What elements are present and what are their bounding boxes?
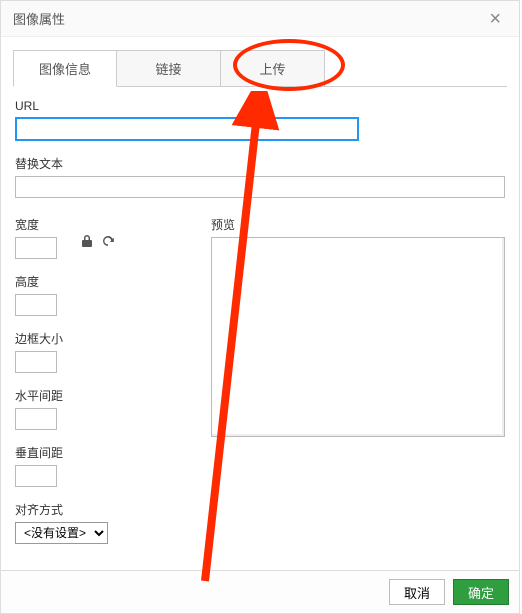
tab-label: 图像信息	[39, 62, 91, 77]
width-input[interactable]	[15, 237, 57, 259]
form-area: URL 替换文本 宽度 高度	[13, 99, 507, 558]
ok-button[interactable]: 确定	[453, 579, 509, 605]
cancel-button-label: 取消	[404, 586, 430, 601]
width-label: 宽度	[15, 216, 57, 233]
url-input[interactable]	[15, 117, 359, 141]
close-icon[interactable]: ×	[483, 7, 507, 31]
preview-box	[211, 237, 505, 437]
vspace-label: 垂直间距	[15, 444, 195, 461]
border-field-group: 边框大小	[15, 330, 195, 373]
dialog-body: 图像信息 链接 上传 URL 替换文本	[1, 37, 519, 570]
preview-label: 预览	[211, 216, 505, 233]
image-properties-dialog: 图像属性 × 图像信息 链接 上传 URL 替换文本	[0, 0, 520, 614]
dialog-titlebar: 图像属性 ×	[1, 1, 519, 37]
ratio-controls	[81, 234, 115, 251]
alt-label: 替换文本	[15, 155, 505, 172]
alt-text-input[interactable]	[15, 176, 505, 198]
align-label: 对齐方式	[15, 501, 195, 518]
tab-strip: 图像信息 链接 上传	[13, 49, 507, 87]
tab-link[interactable]: 链接	[117, 50, 221, 87]
dimensions-row: 宽度 高度	[15, 216, 195, 330]
border-input[interactable]	[15, 351, 57, 373]
tab-label: 上传	[259, 62, 285, 77]
url-field-group: URL	[15, 99, 505, 141]
ok-button-label: 确定	[468, 586, 494, 601]
lower-area: 宽度 高度	[15, 216, 505, 558]
vspace-field-group: 垂直间距	[15, 444, 195, 487]
height-input[interactable]	[15, 294, 57, 316]
preview-column: 预览	[211, 216, 505, 558]
lock-icon[interactable]	[81, 234, 93, 251]
height-label: 高度	[15, 273, 57, 290]
alt-field-group: 替换文本	[15, 155, 505, 198]
height-field-group: 高度	[15, 273, 57, 316]
dialog-title: 图像属性	[13, 9, 65, 28]
width-field-group: 宽度	[15, 216, 57, 259]
dimensions-column: 宽度 高度	[15, 216, 195, 558]
tab-label: 链接	[155, 62, 181, 77]
dialog-footer: 取消 确定	[1, 570, 519, 613]
tab-image-info[interactable]: 图像信息	[13, 50, 117, 87]
border-label: 边框大小	[15, 330, 195, 347]
url-label: URL	[15, 99, 505, 113]
cancel-button[interactable]: 取消	[389, 579, 445, 605]
hspace-field-group: 水平间距	[15, 387, 195, 430]
align-select[interactable]: <没有设置>	[15, 522, 108, 544]
align-field-group: 对齐方式 <没有设置>	[15, 501, 195, 544]
refresh-icon[interactable]	[101, 234, 115, 251]
hspace-label: 水平间距	[15, 387, 195, 404]
hspace-input[interactable]	[15, 408, 57, 430]
width-height-wrap: 宽度 高度	[15, 216, 57, 330]
vspace-input[interactable]	[15, 465, 57, 487]
tab-upload[interactable]: 上传	[221, 50, 325, 87]
